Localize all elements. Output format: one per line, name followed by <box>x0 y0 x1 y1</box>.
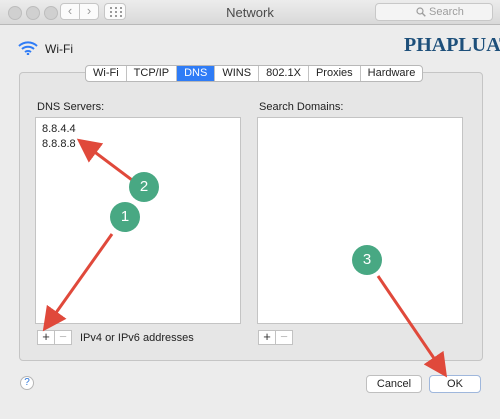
annotation-arrow <box>376 275 448 378</box>
annotation-badge-3: 3 <box>352 245 382 275</box>
annotation-badge-1: 1 <box>110 202 140 232</box>
annotation-arrow <box>42 233 114 332</box>
annotation-arrows <box>42 138 448 378</box>
annotation-arrow <box>76 138 133 182</box>
annotation-badge-2: 2 <box>129 172 159 202</box>
